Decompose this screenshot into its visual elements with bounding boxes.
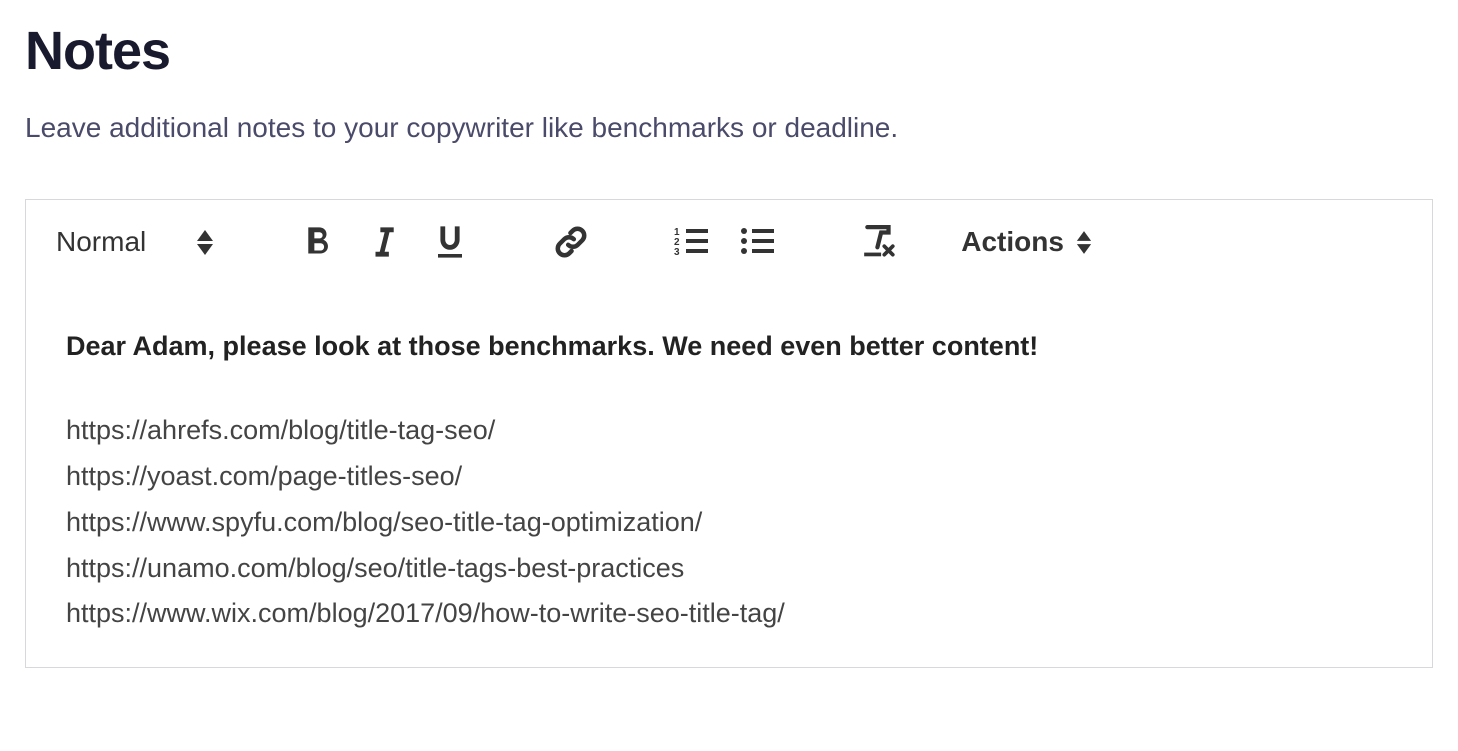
sort-icon: [1076, 231, 1092, 254]
bold-button[interactable]: [294, 218, 342, 266]
editor-link-line: https://www.spyfu.com/blog/seo-title-tag…: [66, 500, 1392, 546]
italic-icon: [369, 225, 399, 259]
notes-editor: Normal: [25, 199, 1433, 668]
page-subtitle: Leave additional notes to your copywrite…: [25, 112, 1433, 144]
editor-link-line: https://unamo.com/blog/seo/title-tags-be…: [66, 546, 1392, 592]
clear-formatting-button[interactable]: [855, 218, 903, 266]
svg-text:3: 3: [674, 247, 680, 258]
underline-button[interactable]: [426, 218, 474, 266]
italic-button[interactable]: [360, 218, 408, 266]
editor-content[interactable]: Dear Adam, please look at those benchmar…: [26, 284, 1432, 667]
paragraph-style-select[interactable]: Normal: [56, 226, 214, 258]
editor-intro-line: Dear Adam, please look at those benchmar…: [66, 324, 1392, 370]
ordered-list-icon: 1 2 3: [674, 226, 710, 258]
page-title: Notes: [25, 20, 1433, 82]
bold-icon: [303, 225, 333, 259]
unordered-list-button[interactable]: [734, 218, 782, 266]
link-icon: [553, 224, 589, 260]
editor-link-line: https://www.wix.com/blog/2017/09/how-to-…: [66, 591, 1392, 637]
editor-link-line: https://yoast.com/page-titles-seo/: [66, 454, 1392, 500]
sort-icon: [196, 230, 214, 255]
clear-formatting-icon: [861, 225, 897, 259]
link-button[interactable]: [547, 218, 595, 266]
paragraph-style-label: Normal: [56, 226, 146, 258]
ordered-list-button[interactable]: 1 2 3: [668, 218, 716, 266]
actions-label: Actions: [961, 226, 1064, 258]
editor-link-line: https://ahrefs.com/blog/title-tag-seo/: [66, 408, 1392, 454]
actions-select[interactable]: Actions: [961, 226, 1092, 258]
unordered-list-icon: [740, 226, 776, 258]
underline-icon: [434, 224, 466, 260]
editor-toolbar: Normal: [26, 200, 1432, 284]
